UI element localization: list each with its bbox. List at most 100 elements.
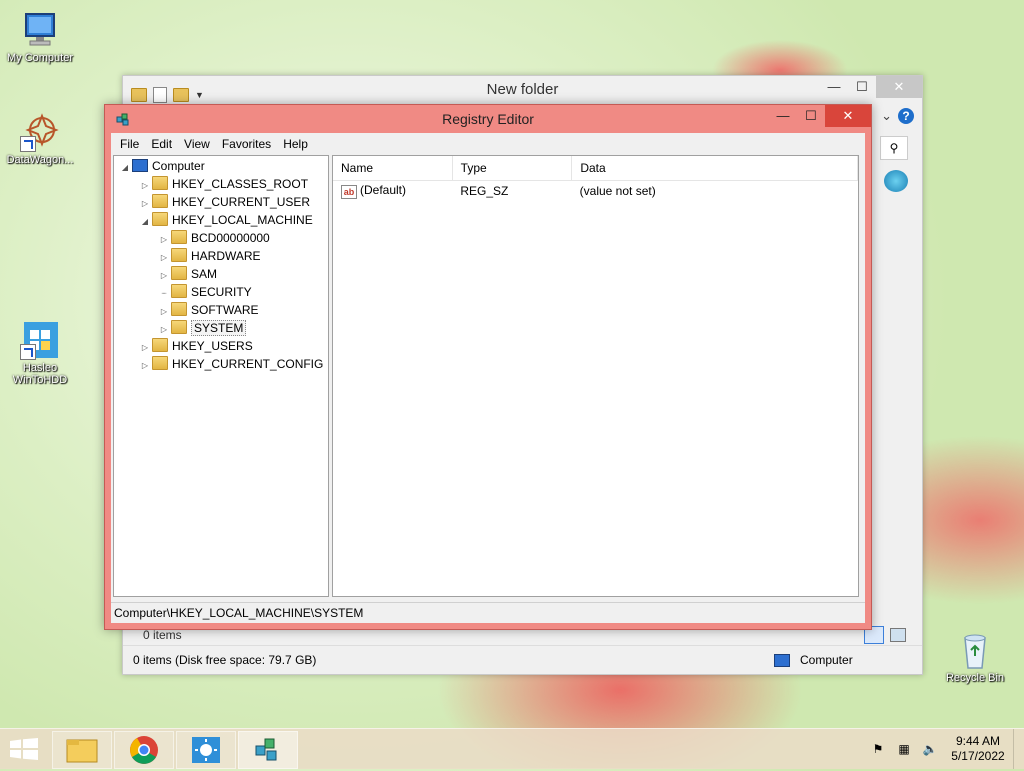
taskbar-chrome[interactable]: [114, 731, 174, 769]
explorer-title: New folder: [486, 81, 559, 98]
desktop-icon-label: Hasleo WinToHDD: [12, 362, 68, 386]
minimize-button[interactable]: —: [769, 105, 797, 127]
folder-icon: [171, 248, 187, 262]
tree-node-label: HKEY_CURRENT_USER: [172, 195, 311, 209]
folder-icon: [152, 338, 168, 352]
registry-editor-window[interactable]: Registry Editor — ☐ ✕ File Edit View Fav…: [104, 104, 872, 630]
folder-icon: [171, 266, 187, 280]
folder-icon: [171, 230, 187, 244]
tree-node-hkcr[interactable]: ▷ HKEY_CLASSES_ROOT: [140, 175, 308, 193]
computer-icon: [774, 653, 790, 667]
tree-node-software[interactable]: ▷ SOFTWARE: [159, 301, 259, 319]
maximize-button[interactable]: ☐: [797, 105, 825, 127]
tree-node-label: HKEY_CLASSES_ROOT: [172, 177, 309, 191]
tree-node-label: SAM: [191, 267, 218, 281]
explorer-status-right: Computer: [800, 653, 853, 667]
expand-arrow-icon[interactable]: ▷: [140, 357, 150, 375]
column-header-data[interactable]: Data: [572, 156, 859, 180]
tree-node-system[interactable]: ▷ SYSTEM: [159, 319, 247, 337]
desktop-icon-hasleo-wintohdd[interactable]: Hasleo WinToHDD: [0, 320, 80, 386]
file-explorer-icon: [66, 739, 98, 763]
regedit-titlebar[interactable]: Registry Editor — ☐ ✕: [105, 105, 871, 133]
list-header: Name Type Data: [333, 156, 859, 181]
taskbar: ⚑ ▦ 🔈 9:44 AM 5/17/2022: [0, 728, 1024, 769]
folder-icon: [171, 320, 187, 334]
folder-icon: [171, 302, 187, 316]
tree-node-computer[interactable]: ◢ Computer: [120, 157, 205, 175]
start-button[interactable]: [10, 738, 38, 763]
string-value-icon: ab: [341, 185, 357, 199]
tree-node-sam[interactable]: ▷ SAM: [159, 265, 217, 283]
tree-node-security[interactable]: ┈ SECURITY: [159, 283, 252, 301]
explorer-statusbar: 0 items (Disk free space: 79.7 GB) Compu…: [123, 645, 922, 674]
tree-node-label: HKEY_CURRENT_CONFIG: [172, 357, 324, 371]
menu-file[interactable]: File: [114, 137, 145, 151]
close-button[interactable]: ✕: [825, 105, 871, 127]
items-count: 0 items: [143, 628, 182, 642]
tree-node-label: HKEY_LOCAL_MACHINE: [172, 213, 313, 227]
menu-edit[interactable]: Edit: [145, 137, 178, 151]
help-icon[interactable]: ?: [898, 108, 914, 124]
clock-date: 5/17/2022: [951, 749, 1005, 763]
folder-icon: [152, 176, 168, 190]
taskbar-file-explorer[interactable]: [52, 731, 112, 769]
folder-icon: [171, 284, 187, 298]
tree-node-hku[interactable]: ▷ HKEY_USERS: [140, 337, 253, 355]
regedit-title: Registry Editor: [442, 111, 534, 127]
close-button[interactable]: ✕: [876, 76, 922, 98]
column-header-name[interactable]: Name: [333, 156, 453, 180]
large-icons-view-icon[interactable]: [890, 628, 906, 642]
folder-icon: [152, 356, 168, 370]
desktop-icon-label: DataWagon...: [6, 154, 74, 166]
collapse-arrow-icon[interactable]: ◢: [140, 213, 150, 231]
tree-node-hkcc[interactable]: ▷ HKEY_CURRENT_CONFIG: [140, 355, 323, 373]
tree-node-hklm[interactable]: ◢ HKEY_LOCAL_MACHINE: [140, 211, 313, 229]
folder-icon[interactable]: [131, 88, 147, 102]
tree-node-hardware[interactable]: ▷ HARDWARE: [159, 247, 261, 265]
sun-app-icon: [192, 737, 220, 763]
tree-node-label: SECURITY: [191, 285, 252, 299]
menu-view[interactable]: View: [178, 137, 216, 151]
tree-node-bcd[interactable]: ▷ BCD00000000: [159, 229, 270, 247]
system-tray: ⚑ ▦ 🔈 9:44 AM 5/17/2022: [865, 729, 1024, 769]
collapse-arrow-icon[interactable]: ◢: [120, 159, 130, 177]
new-folder-icon[interactable]: [173, 88, 189, 102]
network-icon[interactable]: ▦: [896, 742, 912, 756]
regedit-app-icon: [116, 113, 129, 126]
menu-help[interactable]: Help: [277, 137, 314, 151]
regedit-client: File Edit View Favorites Help ◢ Computer …: [111, 133, 865, 623]
explorer-status-left: 0 items (Disk free space: 79.7 GB): [133, 653, 317, 667]
search-icon[interactable]: ⚲: [880, 136, 908, 160]
desktop-icon-my-computer[interactable]: My Computer: [0, 10, 80, 64]
tree-node-label: HARDWARE: [191, 249, 261, 263]
minimize-button[interactable]: —: [820, 76, 848, 98]
shortcut-arrow-icon: [20, 136, 36, 152]
desktop-icon-datawagon[interactable]: DataWagon...: [0, 112, 80, 166]
menu-favorites[interactable]: Favorites: [216, 137, 277, 151]
wintohdd-icon: [20, 320, 60, 360]
values-list[interactable]: Name Type Data ab (Default) REG_SZ (value…: [332, 155, 859, 597]
tree-node-hkcu[interactable]: ▷ HKEY_CURRENT_USER: [140, 193, 310, 211]
recycle-bin-icon: [955, 630, 995, 670]
registry-tree[interactable]: ◢ Computer ▷ HKEY_CLASSES_ROOT ▷ HKEY_CURRE…: [113, 155, 329, 597]
taskbar-registry-editor[interactable]: [238, 731, 298, 769]
tree-node-label: Computer: [152, 159, 205, 173]
column-header-type[interactable]: Type: [453, 156, 573, 180]
tree-node-label: SOFTWARE: [191, 303, 259, 317]
properties-icon[interactable]: [153, 87, 167, 103]
explorer-titlebar[interactable]: ▼ New folder — ☐ ✕: [123, 76, 922, 104]
maximize-button[interactable]: ☐: [848, 76, 876, 98]
globe-icon: [884, 170, 908, 192]
ribbon-expand-chevron-icon[interactable]: ⌄: [881, 108, 892, 124]
show-desktop-button[interactable]: [1013, 729, 1024, 769]
volume-muted-icon[interactable]: 🔈: [922, 742, 938, 756]
taskbar-app-sun[interactable]: [176, 731, 236, 769]
chrome-icon: [130, 736, 158, 764]
desktop-icon-label: My Computer: [6, 52, 74, 64]
action-center-flag-icon[interactable]: ⚑: [870, 742, 886, 756]
clock-time: 9:44 AM: [955, 734, 1001, 748]
clock[interactable]: 9:44 AM 5/17/2022: [943, 734, 1013, 764]
table-row[interactable]: ab (Default) REG_SZ (value not set): [333, 181, 858, 201]
desktop-icon-recycle-bin[interactable]: Recycle Bin: [935, 630, 1015, 684]
value-data: (value not set): [579, 184, 656, 198]
